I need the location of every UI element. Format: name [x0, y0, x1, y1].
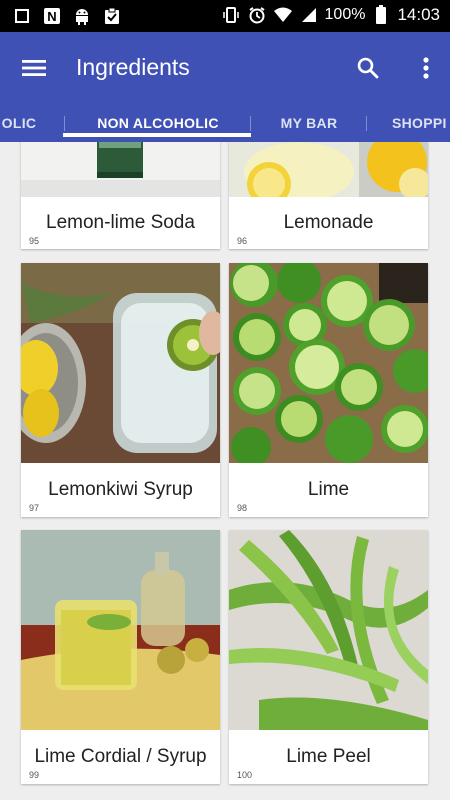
ingredient-card[interactable]: Lemonkiwi Syrup 97 — [21, 263, 220, 517]
vibrate-icon — [221, 5, 241, 25]
ingredient-name: Lemon-lime Soda — [46, 212, 195, 233]
clipboard-check-icon — [102, 6, 122, 26]
ingredient-number: 95 — [29, 236, 40, 246]
clock: 14:03 — [397, 5, 440, 24]
n-app-notification-icon: N — [42, 6, 62, 26]
ingredient-name: Lemonkiwi Syrup — [48, 479, 193, 500]
app-bar: Ingredients — [0, 32, 450, 104]
more-vertical-icon — [423, 57, 429, 79]
tab-alcoholic[interactable]: OLIC — [0, 104, 42, 142]
ingredient-card[interactable]: Lime 98 — [229, 263, 428, 517]
ingredient-photo — [229, 530, 428, 730]
tab-divider — [366, 116, 367, 131]
ingredient-name: Lemonade — [283, 212, 374, 233]
tab-my-bar[interactable]: MY BAR — [252, 104, 366, 142]
ingredient-card[interactable]: Lime Cordial / Syrup 99 — [21, 530, 220, 784]
selected-tab-indicator — [63, 133, 251, 137]
battery-percent: 100% — [324, 6, 366, 23]
tab-divider — [250, 116, 251, 131]
wifi-icon — [273, 5, 293, 25]
tab-divider — [64, 116, 65, 131]
ingredient-number: 100 — [237, 770, 253, 780]
ingredient-photo — [21, 142, 220, 197]
ingredient-card[interactable]: Lime Peel 100 — [229, 530, 428, 784]
notification-icons: N — [12, 6, 122, 26]
ingredient-photo — [21, 263, 220, 463]
system-status: 100% 14:03 — [221, 5, 440, 25]
ingredient-number: 97 — [29, 503, 40, 513]
android-notification-icon — [72, 6, 92, 26]
ingredient-number: 99 — [29, 770, 40, 780]
ingredient-photo — [229, 263, 428, 463]
battery-icon — [371, 5, 391, 25]
menu-button[interactable] — [14, 50, 54, 86]
alarm-icon — [247, 5, 267, 25]
ingredient-photo — [21, 530, 220, 730]
signal-icon — [299, 5, 319, 25]
ingredient-grid[interactable]: Lemon-lime Soda 95 Lemonade 96 Lemonkiwi… — [0, 142, 450, 800]
ingredient-card[interactable]: Lemon-lime Soda 95 — [21, 142, 220, 249]
status-bar: N 100% 14:03 — [0, 0, 450, 32]
search-button[interactable] — [348, 50, 388, 86]
search-icon — [357, 57, 379, 79]
svg-text:N: N — [47, 9, 56, 24]
page-title: Ingredients — [76, 54, 190, 80]
ingredient-number: 98 — [237, 503, 248, 513]
ingredient-photo — [229, 142, 428, 197]
ingredient-number: 96 — [237, 236, 248, 246]
tab-shopping[interactable]: SHOPPI — [392, 104, 450, 142]
ingredient-card[interactable]: Lemonade 96 — [229, 142, 428, 249]
overflow-menu-button[interactable] — [412, 50, 440, 86]
hamburger-menu-icon — [22, 60, 46, 76]
ingredient-name: Lime Peel — [286, 746, 371, 767]
ingredient-name: Lime Cordial / Syrup — [34, 746, 207, 767]
square-notification-icon — [12, 6, 32, 26]
ingredient-name: Lime — [307, 479, 350, 500]
